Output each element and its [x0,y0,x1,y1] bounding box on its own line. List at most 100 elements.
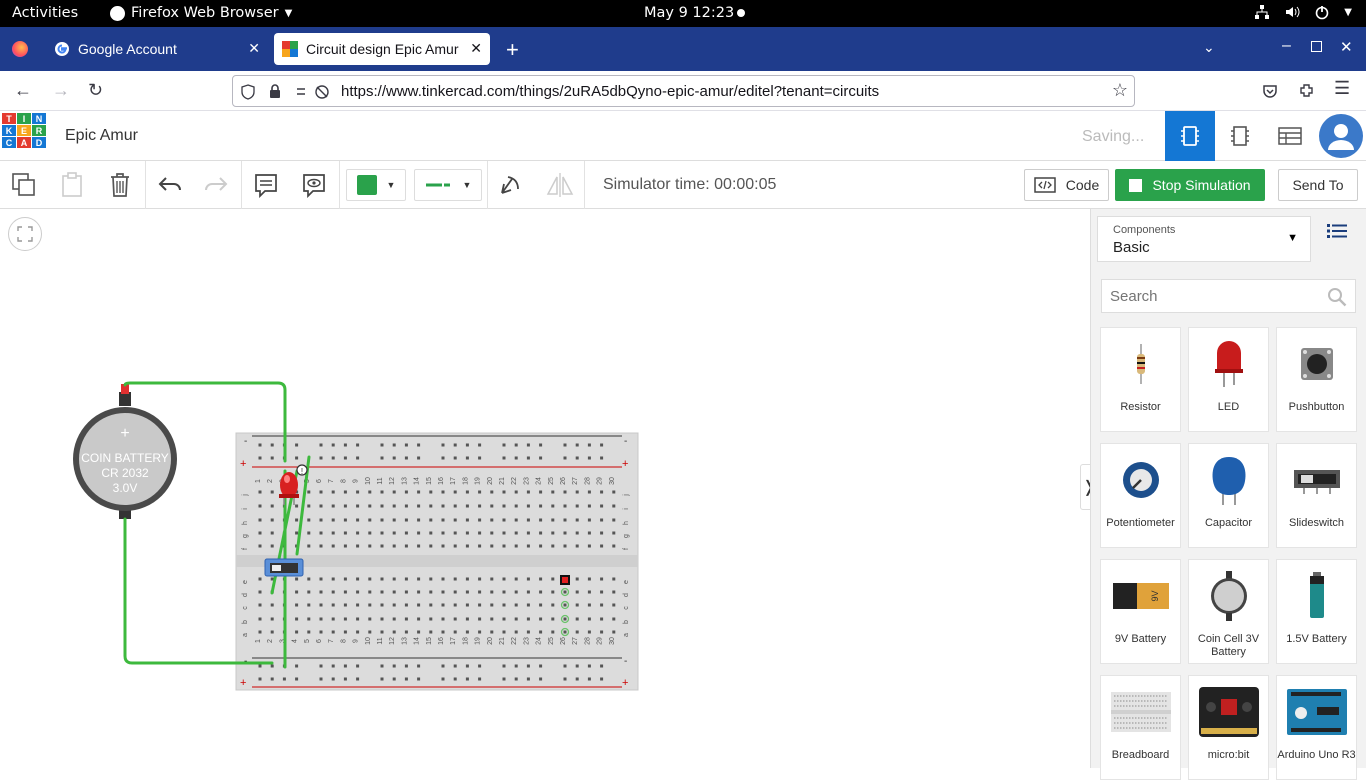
copy-button[interactable] [10,169,38,201]
notes-button[interactable] [252,169,280,201]
component-9v-battery[interactable]: 9V 9V Battery [1100,559,1181,664]
new-tab-button[interactable]: + [506,37,519,63]
breadboard-hole [295,617,299,621]
breadboard-label: 22 [511,637,518,645]
component-resistor[interactable]: Resistor [1100,327,1181,432]
close-icon[interactable]: ✕ [248,40,260,57]
code-button[interactable]: Code [1024,169,1109,201]
redo-button[interactable] [202,169,230,201]
components-dropdown[interactable]: Components Basic ▼ [1097,216,1311,262]
breadboard-hole [404,664,408,668]
circuit-view-button[interactable] [1165,111,1215,161]
breadboard-hole [368,630,372,634]
rotate-button[interactable] [496,169,524,201]
component-list-view-button[interactable] [1265,111,1315,161]
breadboard-hole [270,630,274,634]
back-icon[interactable]: ← [14,80,32,101]
breadboard-hole [563,603,567,607]
breadboard-hole [587,664,591,668]
code-icon [1034,177,1056,193]
coin-battery[interactable]: + COIN BATTERY CR 2032 3.0V [73,384,177,519]
breadboard-hole [392,504,396,508]
breadboard-hole [600,456,604,460]
stop-simulation-button[interactable]: Stop Simulation [1115,169,1265,201]
breadboard-hole [575,630,579,634]
search-icon[interactable] [1327,287,1347,307]
breadboard-hole [417,443,421,447]
component-pushbutton[interactable]: Pushbutton [1276,327,1357,432]
wire-type-picker[interactable]: ▼ [414,169,482,201]
component-arduino[interactable]: Arduino Uno R3 [1276,675,1357,780]
component-potentiometer[interactable]: Potentiometer [1100,443,1181,548]
undo-button[interactable] [156,169,184,201]
breadboard-hole [539,504,543,508]
url-bar[interactable]: https://www.tinkercad.com/things/2uRA5db… [232,75,1135,107]
breadboard-hole [258,677,262,681]
component-coin-cell[interactable]: Coin Cell 3V Battery [1188,559,1269,664]
breadboard-hole [490,577,494,581]
breadboard-hole [575,456,579,460]
clock[interactable]: May 9 12:23 [644,5,734,21]
reload-icon[interactable]: ↻ [88,80,103,101]
pocket-icon[interactable] [1262,83,1278,99]
breadboard-hole [270,490,274,494]
breadboard-hole [563,590,567,594]
breadboard-hole [380,603,384,607]
tab-google-account[interactable]: Google Account ✕ [46,33,268,65]
breadboard-hole [356,630,360,634]
extensions-icon[interactable] [1298,82,1315,99]
breadboard-label: 21 [499,637,506,645]
notes-visibility-button[interactable] [300,169,328,201]
component-breadboard[interactable]: Breadboard [1100,675,1181,780]
chevron-down-icon: ▼ [284,7,293,19]
project-title[interactable]: Epic Amur [65,127,138,145]
user-avatar[interactable] [1319,114,1363,158]
flip-button[interactable] [546,169,574,201]
minimize-icon[interactable]: – [1282,37,1291,55]
send-to-button[interactable]: Send To [1278,169,1358,201]
slideswitch-icon [1277,450,1356,510]
breadboard-hole [429,531,433,535]
code-label: Code [1065,177,1100,193]
close-icon[interactable]: ✕ [470,40,482,57]
forward-icon[interactable]: → [52,80,70,101]
delete-button[interactable] [106,169,134,201]
breadboard-hole [539,664,543,668]
firefox-view-icon[interactable] [12,41,28,57]
tinkercad-logo[interactable]: T I N K E R C A D [2,113,46,159]
breadboard-hole [575,518,579,522]
menu-icon[interactable]: ☰ [1334,78,1350,99]
maximize-icon[interactable] [1311,41,1322,52]
list-view-button[interactable] [1327,223,1347,244]
schematic-view-button[interactable] [1215,111,1265,161]
close-window-icon[interactable]: ✕ [1340,38,1353,56]
app-menu[interactable]: Firefox Web Browser ▼ [110,5,292,21]
component-microbit[interactable]: micro:bit [1188,675,1269,780]
component-aa-battery[interactable]: 1.5V Battery [1276,559,1357,664]
breadboard-hole [600,664,604,668]
system-tray[interactable]: ▼ [1254,4,1352,20]
list-all-tabs-icon[interactable]: ⌄ [1203,39,1215,56]
activities-button[interactable]: Activities [12,5,78,21]
breadboard-hole [551,577,555,581]
component-slideswitch[interactable]: Slideswitch [1276,443,1357,548]
breadboard-hole [270,504,274,508]
paste-button[interactable] [58,169,86,201]
bookmark-star-icon[interactable]: ☆ [1112,80,1128,101]
breadboard-hole [404,490,408,494]
list-icon [1327,224,1347,238]
search-field[interactable] [1101,279,1356,313]
breadboard-label: 9 [353,639,360,643]
slideswitch-component[interactable] [264,558,304,577]
component-capacitor[interactable]: Capacitor [1188,443,1269,548]
component-led[interactable]: LED [1188,327,1269,432]
wire-color-picker[interactable]: ▼ [346,169,406,201]
breadboard-label: 28 [584,637,591,645]
breadboard-hole [502,617,506,621]
tab-circuit-design[interactable]: Circuit design Epic Amur ✕ [274,33,490,65]
breadboard-hole [429,504,433,508]
search-input[interactable] [1102,280,1322,312]
selected-marker[interactable] [560,575,570,585]
circuit-canvas[interactable]: + COIN BATTERY CR 2032 3.0V - + - + - + … [0,209,1090,768]
breadboard-hole [319,630,323,634]
